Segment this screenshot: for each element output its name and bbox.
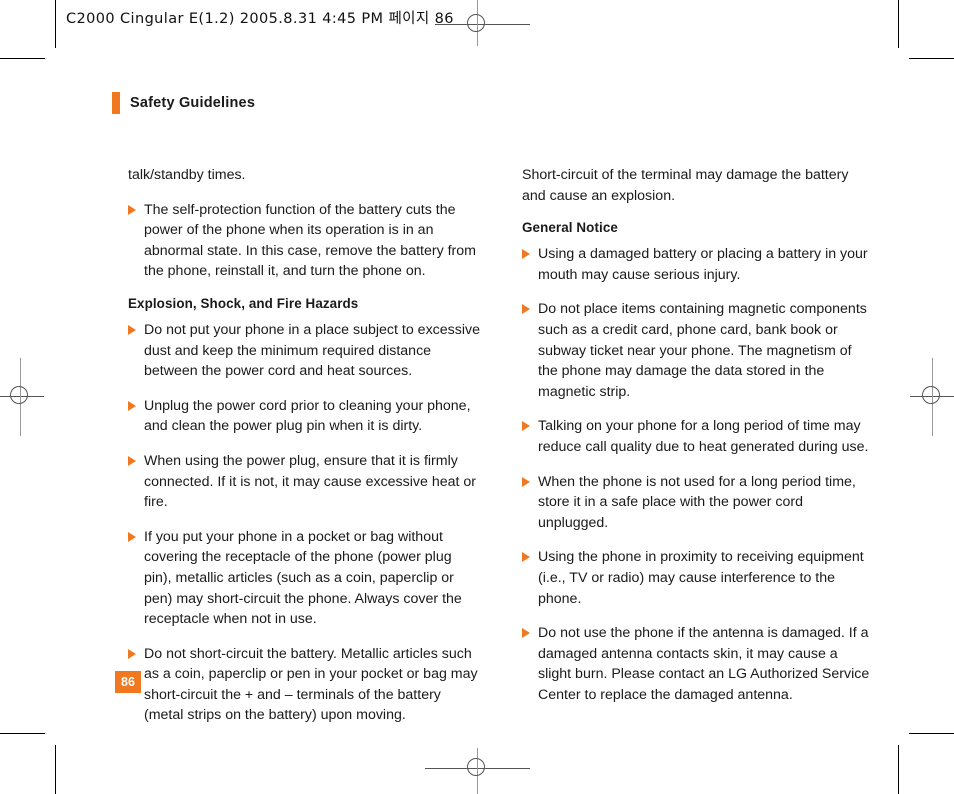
bullet-text: Talking on your phone for a long period … xyxy=(538,418,869,455)
bullet-text: When using the power plug, ensure that i… xyxy=(144,452,476,511)
bullet-text: If you put your phone in a pocket or bag… xyxy=(144,528,462,628)
body-column-left: talk/standby times. The self-protection f… xyxy=(128,165,480,740)
triangle-bullet-icon xyxy=(128,204,136,215)
bullet-item: Do not use the phone if the antenna is d… xyxy=(522,623,874,705)
bullet-text: The self-protection function of the batt… xyxy=(144,201,476,280)
body-column-right: Short-circuit of the terminal may damage… xyxy=(522,165,874,719)
section-header: Safety Guidelines xyxy=(112,92,255,114)
triangle-bullet-icon xyxy=(522,628,530,639)
triangle-bullet-icon xyxy=(128,648,136,659)
subsection-heading: General Notice xyxy=(522,220,618,236)
page-number-badge: 86 xyxy=(115,671,141,693)
bullet-text: Do not use the phone if the antenna is d… xyxy=(538,625,870,703)
bullet-text: Do not place items containing magnetic c… xyxy=(538,301,867,400)
bullet-item: Unplug the power cord prior to cleaning … xyxy=(128,396,480,437)
body-paragraph: Short-circuit of the terminal may damage… xyxy=(522,167,849,204)
bullet-text: Using the phone in proximity to receivin… xyxy=(538,549,864,607)
bullet-item: When the phone is not used for a long pe… xyxy=(522,472,874,534)
body-paragraph: talk/standby times. xyxy=(128,167,246,183)
triangle-bullet-icon xyxy=(522,552,530,563)
bullet-item: Using a damaged battery or placing a bat… xyxy=(522,244,874,285)
bullet-text: When the phone is not used for a long pe… xyxy=(538,473,856,531)
bullet-text: Do not put your phone in a place subject… xyxy=(144,321,480,380)
triangle-bullet-icon xyxy=(128,324,136,335)
bullet-item: When using the power plug, ensure that i… xyxy=(128,451,480,513)
triangle-bullet-icon xyxy=(522,476,530,487)
bullet-item: If you put your phone in a pocket or bag… xyxy=(128,527,480,630)
bullet-item: The self-protection function of the batt… xyxy=(128,200,480,282)
bullet-item: Do not short-circuit the battery. Metall… xyxy=(128,644,480,726)
bullet-text: Unplug the power cord prior to cleaning … xyxy=(144,397,471,435)
bullet-item: Using the phone in proximity to receivin… xyxy=(522,547,874,609)
bullet-text: Do not short-circuit the battery. Metall… xyxy=(144,645,478,724)
triangle-bullet-icon xyxy=(128,531,136,542)
bullet-text: Using a damaged battery or placing a bat… xyxy=(538,246,868,283)
triangle-bullet-icon xyxy=(128,455,136,466)
bullet-item: Do not place items containing magnetic c… xyxy=(522,299,874,402)
triangle-bullet-icon xyxy=(522,421,530,432)
triangle-bullet-icon xyxy=(522,249,530,260)
page-title: Safety Guidelines xyxy=(130,95,256,111)
triangle-bullet-icon xyxy=(522,304,530,315)
subsection-heading: Explosion, Shock, and Fire Hazards xyxy=(128,295,359,311)
bullet-item: Talking on your phone for a long period … xyxy=(522,416,874,457)
accent-bar-icon xyxy=(112,92,120,114)
triangle-bullet-icon xyxy=(128,400,136,411)
manual-page: Safety Guidelines talk/standby times. The… xyxy=(0,0,954,794)
bullet-item: Do not put your phone in a place subject… xyxy=(128,320,480,382)
